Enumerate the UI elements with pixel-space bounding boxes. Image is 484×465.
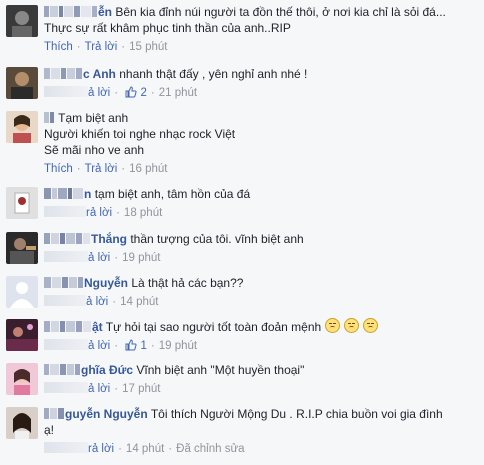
blurred-name: [44, 232, 91, 244]
comment-time[interactable]: 18 phút: [124, 207, 162, 219]
like-count-icon: [125, 86, 137, 103]
sad-emoji-icon: [363, 318, 379, 333]
reply-button[interactable]: Trả lời: [85, 41, 118, 53]
sad-emoji-icon: [325, 318, 341, 333]
commenter-name[interactable]: ật: [92, 320, 103, 334]
like-button[interactable]: Thích: [44, 41, 73, 53]
commenter-name[interactable]: guyễn Nguyễn: [65, 407, 148, 421]
comment-time[interactable]: 21 phút: [159, 87, 197, 99]
comment-actions: ả lời · 1 · 19 phút: [44, 338, 476, 356]
like-button[interactable]: Thích: [44, 163, 73, 175]
edited-label[interactable]: Đã chỉnh sửa: [176, 443, 244, 455]
reply-button[interactable]: rả lời: [86, 207, 112, 219]
comment-actions: rả lời · 18 phút: [44, 205, 476, 221]
comment-time[interactable]: 14 phút: [120, 296, 158, 308]
commenter-name[interactable]: Nguyễn: [84, 276, 128, 290]
like-count[interactable]: 1: [141, 340, 147, 352]
comment-text: guyễn Nguyễn Tôi thích Người Mộng Du . R…: [44, 406, 476, 422]
comment-text-line: ạ!: [44, 423, 55, 437]
comment-text-line: Tôi thích Người Mộng Du . R.I.P chia buồ…: [150, 407, 443, 421]
blurred-actions: [44, 206, 86, 217]
avatar[interactable]: [6, 276, 38, 308]
commenter-name[interactable]: c Anh: [83, 67, 116, 81]
commenter-name[interactable]: Thắng: [91, 232, 127, 246]
comment-text: ghĩa Đức Vĩnh biệt anh "Một huyền thoại": [44, 362, 476, 378]
avatar[interactable]: [6, 67, 38, 99]
blurred-actions: [44, 382, 88, 393]
comment-text: Nguyễn Là thật hả các bạn??: [44, 275, 476, 291]
like-count-icon: [125, 339, 137, 356]
blurred-name: [44, 111, 55, 123]
comment-text: c Anh nhanh thật đấy , yên nghỉ anh nhé …: [44, 66, 476, 82]
comment-actions: rả lời · 14 phút · Đã chỉnh sửa: [44, 441, 476, 457]
comment-text-line: Sẽ mãi nho ve anh: [44, 143, 145, 157]
reply-button[interactable]: ả lời: [88, 383, 110, 395]
comment-actions: Thích · Trả lời · 16 phút: [44, 163, 168, 175]
comment-text: Tạm biệt anh: [44, 110, 476, 126]
comment-actions: ả lời · 17 phút: [44, 381, 476, 397]
comment-text: ễn Bên kia đỉnh núi người ta đồn thế thô…: [44, 4, 476, 20]
comment-text-line: Người khiến toi nghe nhạc rock Việt: [44, 127, 236, 141]
reply-button[interactable]: ả lời: [88, 340, 110, 352]
comment-text-line: nhanh thật đấy , yên nghỉ anh nhé !: [119, 67, 308, 81]
comment-time[interactable]: 16 phút: [129, 163, 167, 175]
commenter-name[interactable]: n: [84, 187, 91, 201]
avatar[interactable]: [6, 5, 38, 37]
blurred-actions: [44, 339, 88, 350]
blurred-actions: [44, 295, 86, 306]
comment-text-line: tạm biệt anh, tâm hồn của đá: [94, 187, 251, 201]
comment-text-line: Tự hỏi tại sao người tốt toàn đoản mệnh: [105, 320, 322, 334]
reply-button[interactable]: ả lời: [88, 87, 110, 99]
comment-text-line: thần tượng của tôi. vĩnh biệt anh: [130, 232, 304, 246]
comment-text-line: Tạm biệt anh: [58, 111, 129, 125]
reply-button[interactable]: rả lời: [88, 443, 114, 455]
comment-time[interactable]: 19 phút: [159, 340, 197, 352]
reply-button[interactable]: ả lời: [88, 252, 110, 264]
blurred-actions: [44, 86, 88, 97]
avatar[interactable]: [6, 111, 38, 143]
like-count[interactable]: 2: [141, 87, 147, 99]
reply-button[interactable]: ả lời: [86, 296, 108, 308]
blurred-name: [44, 320, 92, 332]
comment-actions: ả lời · 14 phút: [44, 294, 476, 310]
blurred-actions: [44, 251, 88, 262]
avatar[interactable]: [6, 407, 38, 439]
comment-time[interactable]: 15 phút: [129, 41, 167, 53]
blurred-name: [44, 187, 84, 199]
comment-text: n tạm biệt anh, tâm hồn của đá: [44, 186, 476, 202]
avatar[interactable]: [6, 187, 38, 219]
blurred-actions: [44, 442, 88, 453]
comment-text: Thắng thần tượng của tôi. vĩnh biệt anh: [44, 231, 476, 247]
comment-time[interactable]: 17 phút: [122, 383, 160, 395]
comment-text-line: Bên kia đỉnh núi người ta đồn thế thôi, …: [115, 5, 446, 19]
commenter-name[interactable]: ghĩa Đức: [81, 363, 133, 377]
commenter-name[interactable]: ễn: [98, 5, 112, 19]
comment-text-line: Thực sự rất khâm phục tinh thần của anh.…: [44, 21, 291, 35]
comment-actions: Thích · Trả lời · 15 phút: [44, 41, 168, 53]
reply-button[interactable]: Trả lời: [85, 163, 118, 175]
avatar[interactable]: [6, 319, 38, 351]
blurred-name: [44, 276, 84, 288]
avatar[interactable]: [6, 232, 38, 264]
comment-time[interactable]: 14 phút: [126, 443, 164, 455]
blurred-name: [44, 407, 65, 419]
sad-emoji-icon: [344, 318, 360, 333]
comment-actions: ả lời · 2 · 21 phút: [44, 85, 476, 103]
blurred-name: [44, 363, 81, 375]
comment-text-line: Vĩnh biệt anh "Một huyền thoại": [136, 363, 305, 377]
blurred-name: [44, 67, 83, 79]
comment-thread: ễn Bên kia đỉnh núi người ta đồn thế thô…: [0, 0, 484, 465]
comment-text: ật Tự hỏi tại sao người tốt toàn đoản mệ…: [44, 318, 476, 335]
avatar[interactable]: [6, 363, 38, 395]
comment-text-line: Là thật hả các bạn??: [131, 276, 244, 290]
comment-time[interactable]: 19 phút: [122, 252, 160, 264]
blurred-name: [44, 5, 98, 17]
comment-actions: ả lời · 19 phút: [44, 250, 476, 266]
